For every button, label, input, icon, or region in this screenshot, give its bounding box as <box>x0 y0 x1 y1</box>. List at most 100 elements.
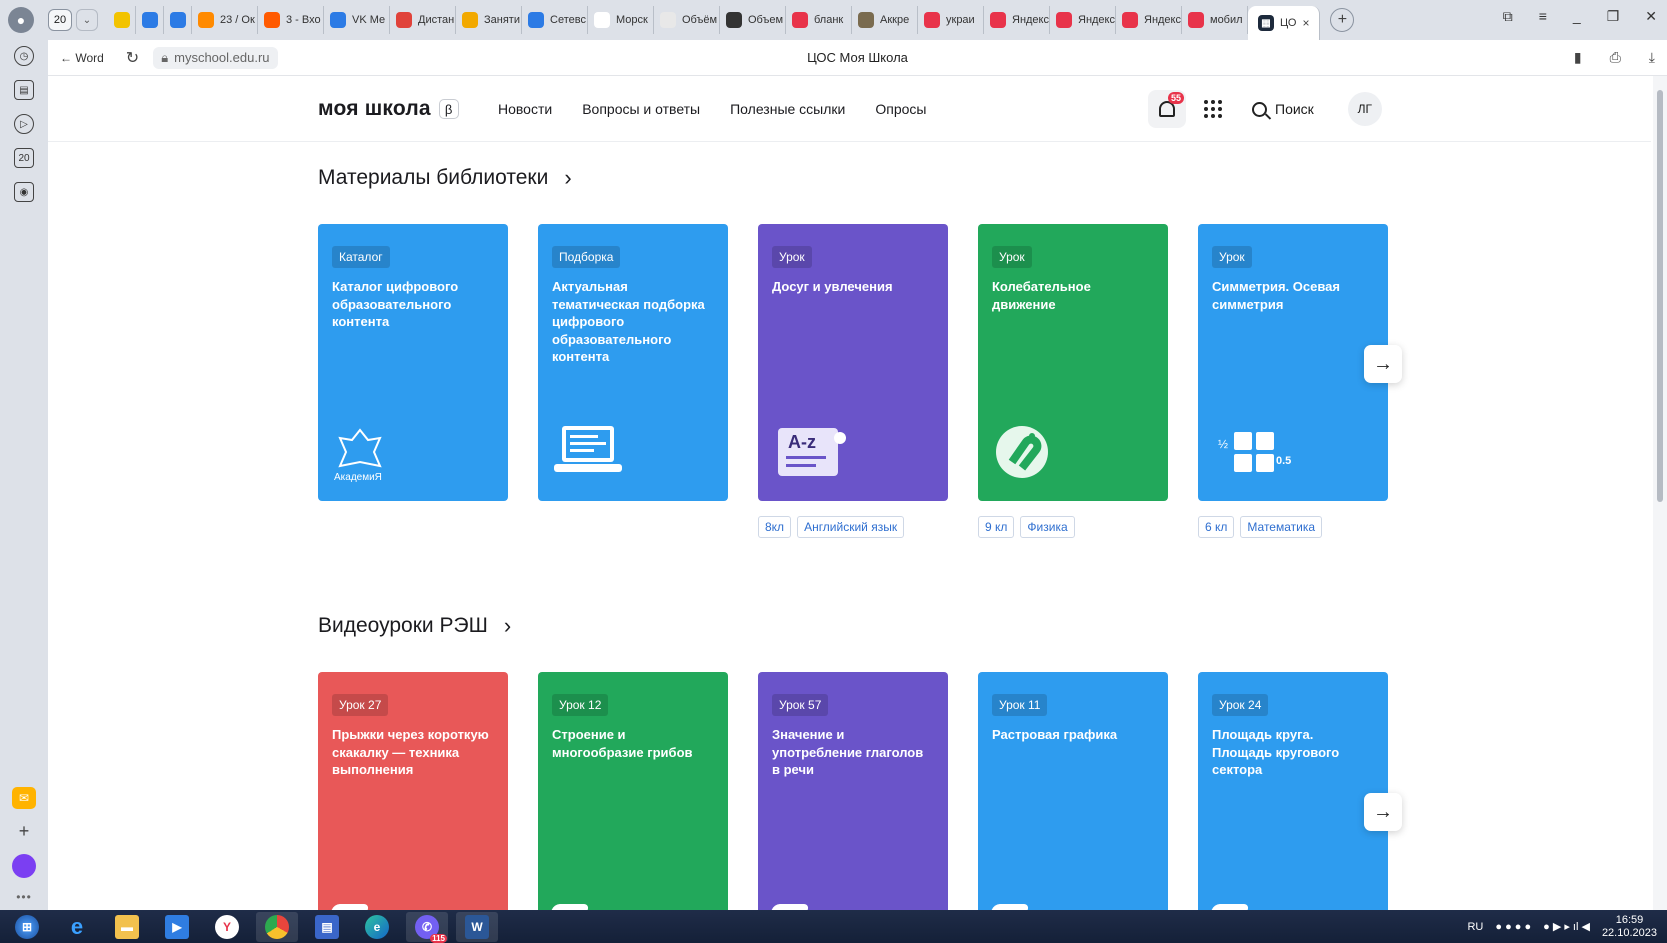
browser-tab[interactable]: мобил <box>1182 6 1248 34</box>
browser-tab[interactable]: Яндекс <box>1050 6 1116 34</box>
browser-tab[interactable]: украи <box>918 6 984 34</box>
card-chip[interactable]: 8кл <box>758 516 792 538</box>
nav-links[interactable]: Полезные ссылки <box>730 101 845 117</box>
collections-icon[interactable]: ⧉ <box>1503 8 1513 25</box>
yandex-browser-icon: Y <box>215 914 239 939</box>
browser-tab[interactable] <box>164 6 192 34</box>
play-icon[interactable]: ▷ <box>14 114 34 134</box>
card-chip[interactable]: Английский язык <box>797 516 905 538</box>
taskbar-yandex[interactable]: Y <box>206 912 248 942</box>
tray-apps-icon[interactable]: ● ● ● ● <box>1495 921 1531 933</box>
yandex-icon <box>1188 12 1204 28</box>
apps-grid-icon[interactable] <box>1204 100 1222 118</box>
tabs-counter-icon[interactable]: 20 <box>14 148 34 168</box>
browser-tab[interactable] <box>136 6 164 34</box>
tab-label: Яндекс <box>1144 14 1181 26</box>
browser-tab[interactable]: Аккре <box>852 6 918 34</box>
chevron-down-icon[interactable]: ⌄ <box>76 9 98 31</box>
library-card[interactable]: Каталог Каталог цифрового образовательног… <box>318 224 508 501</box>
url-field[interactable]: 🔒︎ myschool.edu.ru <box>153 46 278 69</box>
browser-tab[interactable]: VK Ме <box>324 6 390 34</box>
library-card[interactable]: Подборка Актуальная тематическая подборка… <box>538 224 728 501</box>
scrollbar-thumb[interactable] <box>1657 90 1663 502</box>
browser-tab[interactable]: бланк <box>786 6 852 34</box>
restore-icon[interactable]: ❐ <box>1607 8 1620 25</box>
taskbar-ie[interactable]: e <box>56 912 98 942</box>
browser-tab[interactable]: Яндекс <box>1116 6 1182 34</box>
library-card[interactable]: Урок Колебательное движение <box>978 224 1168 501</box>
videos-section-title[interactable]: Видеоуроки РЭШ › <box>318 613 511 639</box>
new-tab-button[interactable]: + <box>1330 8 1355 32</box>
video-card[interactable]: Урок 12 Строение и многообразие грибов <box>538 672 728 910</box>
card-chip[interactable]: Физика <box>1020 516 1075 538</box>
bookmark-icon[interactable]: ▮ <box>1574 49 1582 66</box>
card-chip[interactable]: 9 кл <box>978 516 1015 538</box>
site-logo[interactable]: моя школа β <box>318 97 459 121</box>
nav-news[interactable]: Новости <box>498 101 552 117</box>
taskbar-viber[interactable]: ✆ 115 <box>406 911 448 943</box>
history-icon[interactable]: ◷ <box>14 46 34 66</box>
profile-icon[interactable]: ● <box>8 7 34 33</box>
close-icon[interactable]: × <box>1302 16 1309 30</box>
browser-tab[interactable]: Сетевс <box>522 6 588 34</box>
browser-tab[interactable]: Яндекс <box>984 6 1050 34</box>
tab-count-button[interactable]: 20 <box>48 9 72 31</box>
screenshot-icon[interactable]: ◉ <box>14 182 34 202</box>
card-tag: Каталог <box>332 246 390 268</box>
clock[interactable]: 16:59 22.10.2023 <box>1602 914 1657 940</box>
collections-icon[interactable]: ▤ <box>14 80 34 100</box>
mail-icon[interactable]: ✉ <box>12 787 36 809</box>
taskbar-save[interactable]: ▤ <box>306 912 348 942</box>
videos-next-button[interactable]: → <box>1364 793 1402 831</box>
grid-icon <box>528 12 544 28</box>
reader-icon[interactable]: ⎙ <box>1610 49 1621 66</box>
taskbar-media[interactable]: ▶ <box>156 912 198 942</box>
add-panel-icon[interactable]: + <box>19 821 30 842</box>
library-section-title[interactable]: Материалы библиотеки › <box>318 165 572 191</box>
start-button[interactable]: ⊞ <box>6 912 48 942</box>
reload-icon[interactable]: ↻ <box>126 48 139 68</box>
download-icon[interactable]: ⤓ <box>1649 49 1655 66</box>
library-card[interactable]: Урок Симметрия. Осевая симметрия ½ 0.5 <box>1198 224 1388 501</box>
loading-icon <box>660 12 676 28</box>
browser-tab[interactable]: Дистан <box>390 6 456 34</box>
menu-icon[interactable]: ≡ <box>1539 8 1547 25</box>
video-card[interactable]: Урок 11 Растровая графика <box>978 672 1168 910</box>
taskbar-chrome[interactable] <box>256 911 298 942</box>
notifications-button[interactable]: 55 <box>1148 90 1186 128</box>
tab-active[interactable]: ▦ ЦО × <box>1248 6 1321 40</box>
tray-status-icon[interactable]: ● ▶ ▸ ıl ◀ <box>1543 920 1590 933</box>
taskbar-edge[interactable]: e <box>356 912 398 942</box>
avatar[interactable]: ЛГ <box>1347 92 1382 126</box>
nav-faq[interactable]: Вопросы и ответы <box>582 101 700 117</box>
browser-tab[interactable] <box>108 6 136 34</box>
browser-tab[interactable]: Объём <box>654 6 720 34</box>
card-chip[interactable]: 6 кл <box>1198 516 1235 538</box>
taskbar-explorer[interactable]: ▬ <box>106 912 148 942</box>
video-card[interactable]: Урок 27 Прыжки через короткую скакалку — … <box>318 672 508 910</box>
emblem-icon <box>858 12 874 28</box>
more-icon[interactable]: ••• <box>16 890 32 904</box>
search-button[interactable]: Поиск <box>1252 101 1314 117</box>
video-card[interactable]: Урок 57 Значение и употребление глаголов … <box>758 672 948 910</box>
browser-tab[interactable]: Объем <box>720 6 786 34</box>
card-chip[interactable]: Математика <box>1240 516 1323 538</box>
minimize-icon[interactable]: _ <box>1573 8 1581 25</box>
card-title: Значение и употребление глаголов в речи <box>772 727 924 777</box>
taskbar-word[interactable]: W <box>456 911 498 942</box>
browser-tab[interactable]: Заняти <box>456 6 522 34</box>
video-card[interactable]: Урок 24 Площадь круга. Площадь кругового … <box>1198 672 1388 910</box>
browser-tab[interactable]: Морск <box>588 6 654 34</box>
tab-label: VK Ме <box>352 14 386 26</box>
language-indicator[interactable]: RU <box>1467 921 1483 933</box>
nav-polls[interactable]: Опросы <box>875 101 926 117</box>
back-button[interactable]: ← Word <box>60 51 104 65</box>
library-card[interactable]: Урок Досуг и увлечения A-z <box>758 224 948 501</box>
tab-label: Сетевс <box>550 14 586 26</box>
browser-tab[interactable]: 23 / Ок <box>192 6 258 34</box>
close-window-icon[interactable]: ✕ <box>1645 8 1657 25</box>
alice-assistant-icon[interactable] <box>12 854 36 878</box>
page-scrollbar[interactable] <box>1653 76 1667 910</box>
browser-tab[interactable]: 3 - Вхо <box>258 6 324 34</box>
library-next-button[interactable]: → <box>1364 345 1402 383</box>
